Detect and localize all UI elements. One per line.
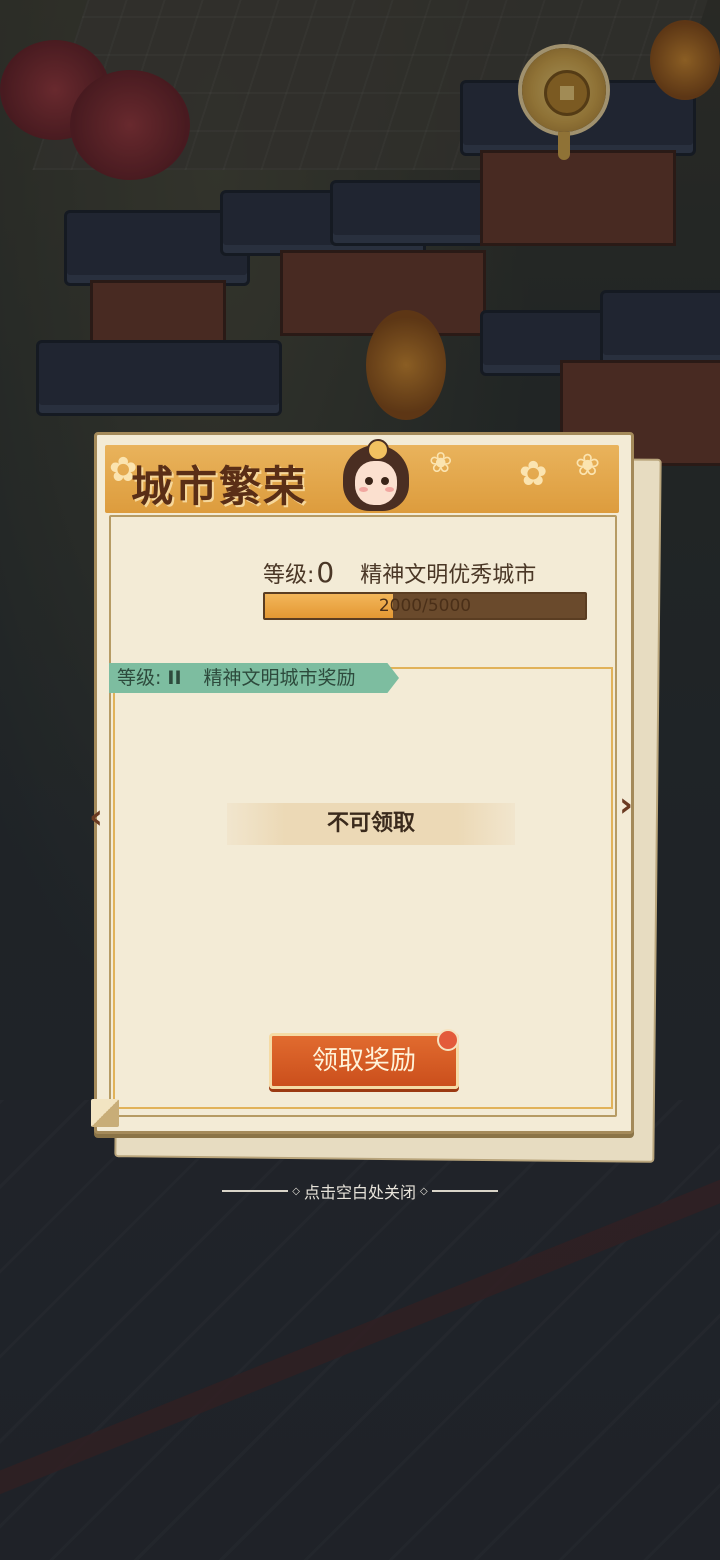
avatar-eye <box>381 477 389 485</box>
close-hint-text: 点击空白处关闭 <box>304 1183 417 1202</box>
flower-decoration-icon: ❀ <box>429 446 453 479</box>
level-value: 0 <box>316 556 335 589</box>
prev-page-arrow-icon[interactable]: ‹ <box>83 797 109 837</box>
dialog-header-banner: ✿ ❀ ✿ ❀ 城市繁荣 <box>105 439 619 513</box>
notification-dot-icon <box>437 1029 459 1051</box>
claim-status-label: 不可领取 <box>227 803 515 845</box>
current-level-row: 等级:0 精神文明优秀城市 <box>263 555 536 591</box>
city-prosperity-dialog: ✿ ❀ ✿ ❀ 城市繁荣 等级:0 精神文明优秀城市 2000/5000 等级: I… <box>89 432 634 1134</box>
avatar-blush <box>385 487 394 492</box>
flower-decoration-icon: ✿ <box>519 454 548 494</box>
avatar-hair-ornament <box>367 439 389 461</box>
flower-decoration-icon: ❀ <box>575 448 601 483</box>
dialog-title: 城市繁荣 <box>131 462 308 511</box>
claim-reward-button[interactable]: 领取奖励 <box>269 1033 459 1089</box>
reward-level-value: II <box>167 667 182 689</box>
reward-name: 精神文明城市奖励 <box>203 667 356 689</box>
next-page-arrow-icon[interactable]: › <box>613 785 639 825</box>
avatar-blush <box>359 487 368 492</box>
close-hint[interactable]: ◇ 点击空白处关闭 ◇ <box>222 1180 499 1202</box>
divider-line <box>431 1190 499 1192</box>
level-label: 等级: <box>263 563 315 588</box>
progress-text: 2000/5000 <box>378 596 472 616</box>
divider-line <box>222 1190 289 1192</box>
diamond-icon: ◇ <box>420 1185 428 1197</box>
diamond-icon: ◇ <box>292 1185 300 1197</box>
prosperity-progress-bar: 2000/5000 <box>263 592 587 620</box>
avatar-eye <box>365 477 373 485</box>
reward-level-label: 等级: <box>117 667 162 689</box>
advisor-avatar-icon <box>339 439 413 517</box>
avatar-face <box>355 461 397 505</box>
page-curl-decoration <box>91 1099 119 1127</box>
city-title: 精神文明优秀城市 <box>360 563 537 588</box>
reward-tier-tag: 等级: II 精神文明城市奖励 <box>109 663 399 693</box>
